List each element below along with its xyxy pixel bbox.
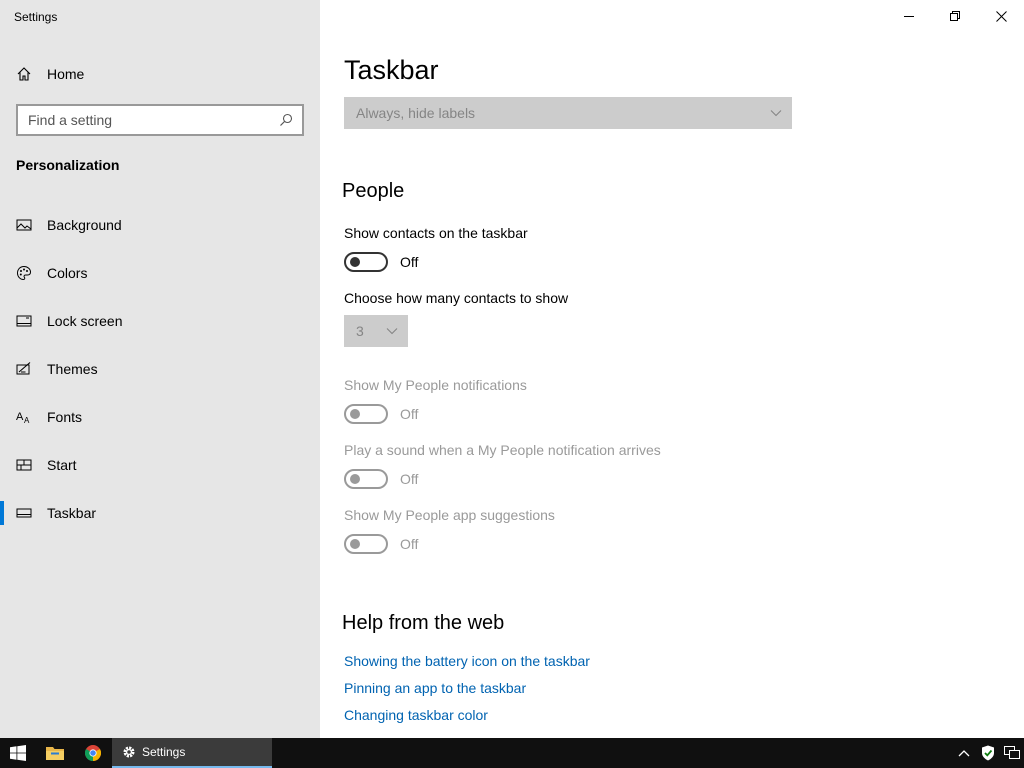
chevron-up-icon: [958, 750, 970, 757]
start-icon: [16, 457, 32, 473]
contacts-count-label: Choose how many contacts to show: [344, 290, 569, 306]
chrome-icon: [85, 745, 101, 761]
help-link-taskbar-color[interactable]: Changing taskbar color: [344, 707, 488, 723]
sidebar-item-lock-screen[interactable]: Lock screen: [0, 297, 320, 345]
svg-text:A: A: [16, 411, 24, 423]
file-explorer-button[interactable]: [36, 738, 74, 768]
search-box[interactable]: [16, 104, 304, 136]
sidebar-item-label: Lock screen: [47, 313, 123, 329]
system-tray: [952, 738, 1024, 768]
dropdown-value: Always, hide labels: [356, 105, 476, 121]
notifications-toggle[interactable]: [344, 404, 388, 424]
lock-screen-icon: [16, 313, 32, 329]
notifications-toggle-row: Off: [344, 404, 418, 424]
security-tray-button[interactable]: [976, 738, 1000, 768]
dropdown-value: 3: [356, 323, 364, 339]
minimize-icon: [904, 16, 914, 17]
toggle-state: Off: [400, 536, 419, 552]
home-icon: [16, 66, 32, 82]
minimize-button[interactable]: [886, 0, 932, 32]
sound-label: Play a sound when a My People notificati…: [344, 442, 661, 458]
sidebar: Settings Home Personalization Background…: [0, 0, 320, 738]
sidebar-item-label: Themes: [47, 361, 98, 377]
sidebar-item-start[interactable]: Start: [0, 441, 320, 489]
search-icon[interactable]: [278, 112, 294, 128]
network-tray-button[interactable]: [1000, 738, 1024, 768]
start-button[interactable]: [0, 738, 36, 768]
sidebar-item-label: Background: [47, 217, 122, 233]
show-hidden-icons-button[interactable]: [952, 738, 976, 768]
restore-icon: [950, 11, 960, 21]
picture-icon: [16, 217, 32, 233]
home-link[interactable]: Home: [16, 64, 84, 84]
themes-icon: [16, 361, 32, 377]
sidebar-item-label: Start: [47, 457, 77, 473]
toggle-knob: [350, 409, 360, 419]
folder-icon: [46, 747, 64, 760]
sidebar-item-label: Taskbar: [47, 505, 97, 521]
show-contacts-toggle[interactable]: [344, 252, 388, 272]
help-link-battery-icon[interactable]: Showing the battery icon on the taskbar: [344, 653, 590, 669]
search-input[interactable]: [28, 112, 278, 128]
suggestions-label: Show My People app suggestions: [344, 507, 555, 523]
chrome-button[interactable]: [74, 738, 112, 768]
network-icon: [1004, 746, 1020, 759]
sidebar-item-colors[interactable]: Colors: [0, 249, 320, 297]
sidebar-item-fonts[interactable]: AA Fonts: [0, 393, 320, 441]
sidebar-item-themes[interactable]: Themes: [0, 345, 320, 393]
people-heading: People: [342, 180, 405, 202]
sidebar-item-label: Colors: [47, 265, 88, 281]
taskbar: Settings: [0, 738, 1024, 768]
suggestions-toggle[interactable]: [344, 534, 388, 554]
sound-toggle-row: Off: [344, 469, 418, 489]
fonts-icon: AA: [16, 409, 32, 425]
toggle-knob: [350, 539, 360, 549]
taskbar-icon: [16, 505, 32, 521]
window-title: Settings: [14, 10, 58, 24]
windows-logo-icon: [10, 745, 26, 761]
contacts-count-dropdown[interactable]: 3: [344, 315, 408, 347]
toggle-state: Off: [400, 254, 419, 270]
palette-icon: [16, 265, 32, 281]
page-title: Taskbar: [344, 55, 439, 85]
toggle-knob: [350, 257, 360, 267]
sidebar-item-taskbar[interactable]: Taskbar: [0, 489, 320, 537]
suggestions-toggle-row: Off: [344, 534, 418, 554]
notifications-label: Show My People notifications: [344, 377, 527, 393]
sound-toggle[interactable]: [344, 469, 388, 489]
toggle-knob: [350, 474, 360, 484]
show-contacts-toggle-row: Off: [344, 252, 418, 272]
shield-icon: [982, 745, 994, 761]
close-button[interactable]: [978, 0, 1024, 32]
window-controls: [886, 0, 1024, 32]
toggle-state: Off: [400, 406, 419, 422]
sidebar-nav: Background Colors Lock screen Themes AA …: [0, 201, 320, 537]
taskbar-settings-button[interactable]: Settings: [112, 738, 272, 768]
combine-buttons-dropdown[interactable]: Always, hide labels: [344, 97, 792, 129]
gear-icon: [123, 746, 135, 758]
taskbar-settings-label: Settings: [142, 745, 186, 759]
close-icon: [995, 10, 1007, 22]
help-heading: Help from the web: [342, 612, 505, 634]
svg-text:A: A: [24, 416, 30, 425]
section-title: Personalization: [16, 157, 120, 173]
sidebar-item-label: Fonts: [47, 409, 83, 425]
restore-button[interactable]: [932, 0, 978, 32]
sidebar-item-background[interactable]: Background: [0, 201, 320, 249]
home-label: Home: [47, 66, 85, 82]
help-link-pinning-app[interactable]: Pinning an app to the taskbar: [344, 680, 526, 696]
chevron-down-icon: [770, 110, 782, 117]
show-contacts-label: Show contacts on the taskbar: [344, 225, 528, 241]
chevron-down-icon: [386, 328, 398, 335]
toggle-state: Off: [400, 471, 419, 487]
